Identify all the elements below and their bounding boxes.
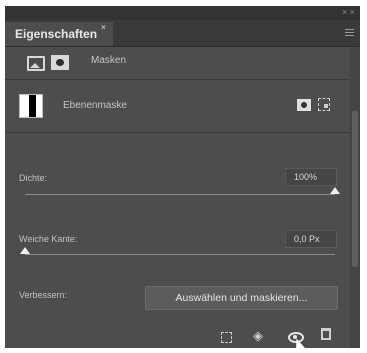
scrollbar[interactable] bbox=[350, 47, 360, 348]
properties-panel: × × Eigenschaften × Masken Ebenenmaske D… bbox=[5, 6, 360, 348]
tab-bar: Eigenschaften × bbox=[5, 20, 360, 47]
mask-thumbnail bbox=[19, 94, 43, 118]
density-label: Dichte: bbox=[19, 173, 48, 183]
density-input[interactable]: 100% bbox=[285, 168, 337, 186]
delete-mask-icon[interactable] bbox=[321, 328, 331, 340]
feather-slider-track[interactable] bbox=[25, 254, 335, 255]
pixel-mask-icon[interactable] bbox=[27, 56, 45, 71]
load-selection-icon[interactable] bbox=[221, 332, 232, 343]
select-mask-icon[interactable] bbox=[297, 99, 311, 111]
refine-label: Verbessern: bbox=[19, 290, 68, 300]
panel-menu-icon[interactable] bbox=[345, 29, 354, 38]
density-slider-track[interactable] bbox=[25, 194, 335, 195]
feather-input[interactable]: 0,0 Px bbox=[285, 230, 337, 248]
layer-mask-label: Ebenenmaske bbox=[63, 100, 127, 111]
layer-mask-icon[interactable] bbox=[51, 55, 69, 70]
masks-label: Masken bbox=[91, 55, 127, 66]
tab-label: Eigenschaften bbox=[15, 27, 98, 41]
density-slider-thumb[interactable] bbox=[330, 187, 340, 194]
tab-close-icon[interactable]: × bbox=[101, 22, 106, 34]
apply-mask-icon[interactable]: ◈ bbox=[250, 328, 266, 344]
layer-mask-row: Ebenenmaske bbox=[5, 80, 350, 133]
feather-slider-thumb[interactable] bbox=[20, 247, 30, 254]
vector-mask-icon[interactable] bbox=[318, 98, 330, 111]
select-and-mask-button[interactable]: Auswählen und maskieren... bbox=[145, 286, 338, 310]
panel-titlebar: × × bbox=[5, 6, 360, 20]
mask-header: Masken bbox=[5, 47, 350, 80]
tab-properties[interactable]: Eigenschaften × bbox=[5, 22, 113, 46]
close-panel-icon[interactable]: × × bbox=[342, 6, 355, 18]
feather-label: Weiche Kante: bbox=[19, 234, 78, 244]
scrollbar-thumb[interactable] bbox=[352, 111, 358, 267]
